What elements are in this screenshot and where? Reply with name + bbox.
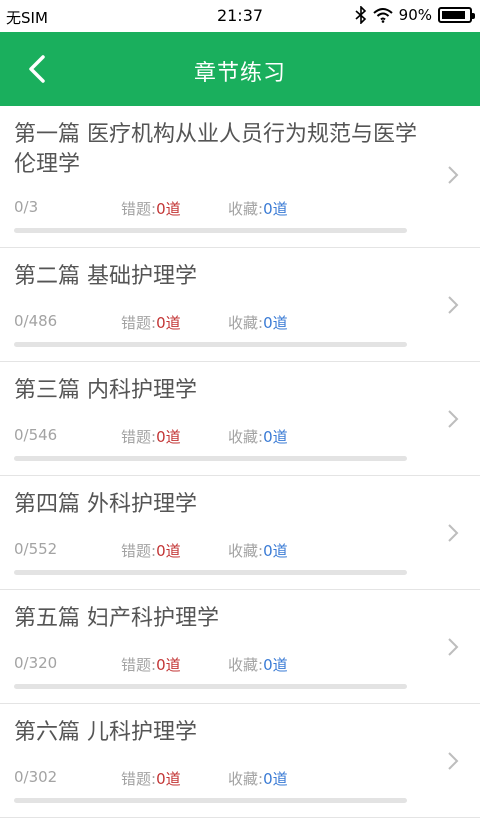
favorite-value: 0道 xyxy=(263,314,288,332)
chevron-right-icon xyxy=(448,410,459,428)
wrong-count: 错题:0道 xyxy=(121,312,181,333)
chapter-item[interactable]: 第四篇 外科护理学 0/552 错题:0道 收藏:0道 xyxy=(0,476,480,590)
wrong-value: 0道 xyxy=(156,200,181,218)
wifi-icon xyxy=(372,8,393,23)
favorite-count: 收藏:0道 xyxy=(228,426,288,447)
favorite-label: 收藏: xyxy=(228,656,264,674)
favorite-label: 收藏: xyxy=(228,200,264,218)
favorite-label: 收藏: xyxy=(228,314,264,332)
progress-count: 0/320 xyxy=(14,654,58,672)
wrong-label: 错题: xyxy=(121,656,157,674)
wrong-count: 错题:0道 xyxy=(121,198,181,219)
chapter-title: 第一篇 医疗机构从业人员行为规范与医学伦理学 xyxy=(14,122,417,177)
chapter-title: 第五篇 妇产科护理学 xyxy=(14,606,219,631)
wrong-label: 错题: xyxy=(121,542,157,560)
wrong-value: 0道 xyxy=(156,542,181,560)
progress-bar xyxy=(14,342,407,347)
battery-icon xyxy=(438,7,475,23)
chapter-list: 第一篇 医疗机构从业人员行为规范与医学伦理学 0/3 错题:0道 收藏:0道 第… xyxy=(0,106,480,818)
favorite-label: 收藏: xyxy=(228,428,264,446)
chapter-item[interactable]: 第一篇 医疗机构从业人员行为规范与医学伦理学 0/3 错题:0道 收藏:0道 xyxy=(0,106,480,248)
favorite-count: 收藏:0道 xyxy=(228,198,288,219)
progress-count: 0/3 xyxy=(14,198,39,216)
progress-count: 0/302 xyxy=(14,768,58,786)
chapter-title: 第三篇 内科护理学 xyxy=(14,378,197,403)
favorite-value: 0道 xyxy=(263,428,288,446)
wrong-value: 0道 xyxy=(156,428,181,446)
favorite-count: 收藏:0道 xyxy=(228,768,288,789)
wrong-count: 错题:0道 xyxy=(121,768,181,789)
wrong-count: 错题:0道 xyxy=(121,654,181,675)
favorite-value: 0道 xyxy=(263,200,288,218)
status-icons: 90% xyxy=(355,6,475,24)
progress-bar xyxy=(14,684,407,689)
chapter-title: 第六篇 儿科护理学 xyxy=(14,720,197,745)
battery-level-fill xyxy=(442,11,465,19)
bluetooth-icon xyxy=(355,6,366,24)
app-header: 章节练习 xyxy=(0,32,480,106)
page-title: 章节练习 xyxy=(193,61,286,86)
progress-bar xyxy=(14,456,407,461)
favorite-count: 收藏:0道 xyxy=(228,654,288,675)
progress-bar xyxy=(14,228,407,233)
chevron-right-icon xyxy=(448,638,459,656)
battery-percent: 90% xyxy=(398,6,432,24)
wrong-label: 错题: xyxy=(121,428,157,446)
chapter-title: 第二篇 基础护理学 xyxy=(14,264,197,289)
wrong-value: 0道 xyxy=(156,770,181,788)
status-bar: 无SIM 21:37 90% xyxy=(0,0,480,32)
progress-bar xyxy=(14,570,407,575)
chevron-right-icon xyxy=(448,166,459,184)
favorite-label: 收藏: xyxy=(228,770,264,788)
wrong-label: 错题: xyxy=(121,200,157,218)
chapter-item[interactable]: 第二篇 基础护理学 0/486 错题:0道 收藏:0道 xyxy=(0,248,480,362)
wrong-value: 0道 xyxy=(156,656,181,674)
favorite-count: 收藏:0道 xyxy=(228,312,288,333)
wrong-count: 错题:0道 xyxy=(121,426,181,447)
wrong-count: 错题:0道 xyxy=(121,540,181,561)
progress-count: 0/552 xyxy=(14,540,58,558)
favorite-value: 0道 xyxy=(263,542,288,560)
wrong-value: 0道 xyxy=(156,314,181,332)
favorite-value: 0道 xyxy=(263,770,288,788)
chapter-item[interactable]: 第五篇 妇产科护理学 0/320 错题:0道 收藏:0道 xyxy=(0,590,480,704)
progress-count: 0/486 xyxy=(14,312,58,330)
chevron-right-icon xyxy=(448,296,459,314)
chapter-item[interactable]: 第三篇 内科护理学 0/546 错题:0道 收藏:0道 xyxy=(0,362,480,476)
progress-bar xyxy=(14,798,407,803)
wrong-label: 错题: xyxy=(121,314,157,332)
chevron-right-icon xyxy=(448,524,459,542)
progress-count: 0/546 xyxy=(14,426,58,444)
favorite-count: 收藏:0道 xyxy=(228,540,288,561)
wrong-label: 错题: xyxy=(121,770,157,788)
favorite-value: 0道 xyxy=(263,656,288,674)
chevron-right-icon xyxy=(448,752,459,770)
favorite-label: 收藏: xyxy=(228,542,264,560)
chapter-item[interactable]: 第六篇 儿科护理学 0/302 错题:0道 收藏:0道 xyxy=(0,704,480,818)
chapter-title: 第四篇 外科护理学 xyxy=(14,492,197,517)
